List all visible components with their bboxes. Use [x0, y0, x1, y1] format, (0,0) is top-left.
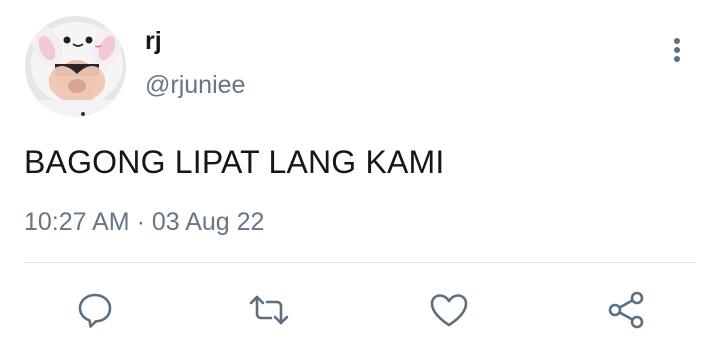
user-handle[interactable]: @rjuniee [145, 70, 245, 100]
more-options-icon[interactable] [662, 30, 692, 70]
avatar[interactable] [25, 16, 126, 117]
display-name[interactable]: rj [145, 26, 162, 56]
retweet-icon[interactable] [247, 288, 291, 332]
more-dot [674, 38, 680, 44]
like-icon[interactable] [427, 288, 471, 332]
tweet-text: BAGONG LIPAT LANG KAMI [24, 144, 445, 180]
avatar-image [25, 16, 126, 117]
share-icon[interactable] [604, 288, 648, 332]
reply-icon[interactable] [73, 288, 117, 332]
more-dot [674, 56, 680, 62]
divider [24, 262, 696, 263]
more-dot [674, 47, 680, 53]
tweet-timestamp[interactable]: 10:27 AM · 03 Aug 22 [24, 206, 264, 238]
tweet-card: rj @rjuniee BAGONG LIPAT LANG KAMI 10:27… [0, 0, 720, 355]
